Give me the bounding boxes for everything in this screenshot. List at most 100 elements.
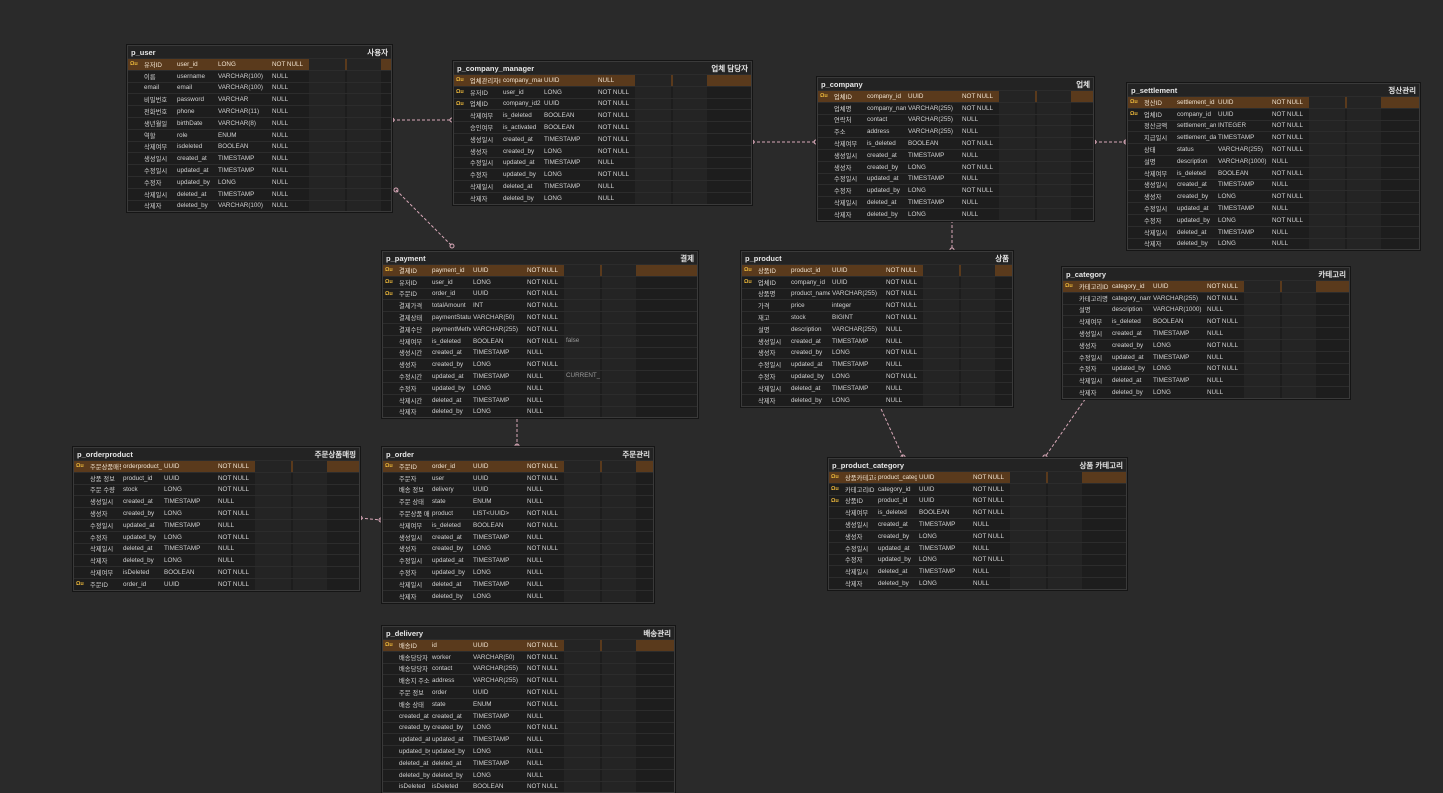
table-row[interactable]: Ωu 업체ID company_id UUID NOT NULL: [742, 275, 1012, 288]
table-row[interactable]: Ωu 카테고리ID category_id UUID NOT NULL: [829, 482, 1126, 495]
table-p-orderproduct[interactable]: p_orderproduct 주문상품매핑 Ωu 주문상품매핑IDorderprodu…: [73, 447, 360, 591]
table-row[interactable]: 역할 role ENUM NULL: [128, 128, 391, 141]
table-p-order[interactable]: p_order 주문관리 Ωu 주문ID order_id UUID NOT NULL 주문자…: [382, 447, 654, 603]
table-p-company-manager[interactable]: p_company_manager업체 담당자Ωu업체관리자IDcompany_…: [453, 61, 752, 205]
table-row[interactable]: 지급일시 settlement_dateTIMESTAMP NOT NULL: [1128, 131, 1419, 144]
table-row[interactable]: 삭제일시 deleted_at TIMESTAMP NULL: [829, 565, 1126, 578]
table-row[interactable]: 수정일시 updated_at TIMESTAMP NULL: [818, 172, 1093, 185]
table-row[interactable]: 생성시간 created_at TIMESTAMP NULL: [383, 346, 697, 359]
table-row[interactable]: 수정일시 updated_at TIMESTAMP NULL: [742, 358, 1012, 371]
table-row[interactable]: 배송 상태 state ENUM NOT NULL: [383, 697, 674, 710]
table-row[interactable]: 생성일시 created_at TIMESTAMP NULL: [1063, 327, 1349, 339]
erd-canvas[interactable]: p_user 사용자 Ωu 유저ID user_id LONG NOT NULL 이름 user…: [0, 0, 1443, 793]
table-row[interactable]: 카테고리명 category_nameVARCHAR(255) NOT NULL: [1063, 291, 1349, 304]
table-row[interactable]: 삭제여부 is_deleted BOOLEAN NOT NULL: [383, 518, 653, 531]
table-row[interactable]: 배송 정보 delivery UUID NULL: [383, 483, 653, 496]
table-row[interactable]: 주문 상태 state ENUM NULL: [383, 495, 653, 508]
table-row[interactable]: 주문상품 매핑product LIST<UUID> NOT NULL: [383, 507, 653, 519]
table-row[interactable]: 삭제여부 isDeleted BOOLEAN NOT NULL: [74, 566, 359, 578]
table-row[interactable]: Ωu 업체ID company_id UUID NOT NULL: [1128, 107, 1419, 120]
table-row[interactable]: 삭제여부 isdeleted BOOLEAN NULL: [128, 140, 391, 153]
relationship-line[interactable]: [1044, 394, 1089, 458]
table-row[interactable]: Ωu 상품카테고리IDproduct_category_idUUID NOT NUL…: [829, 471, 1126, 483]
table-row[interactable]: 삭제일시 deleted_at TIMESTAMP NULL: [1128, 225, 1419, 238]
table-row[interactable]: 삭제여부 is_deleted BOOLEAN NOT NULL: [1063, 315, 1349, 328]
table-row[interactable]: 삭제시간 deleted_at TIMESTAMP NULL: [383, 393, 697, 406]
table-row[interactable]: 재고 stock BIGINT NOT NULL: [742, 311, 1012, 323]
table-p-product-category[interactable]: p_product_category상품 카테고리Ωu상품카테고리IDprodu…: [828, 458, 1127, 590]
table-row[interactable]: 삭제여부 is_deleted BOOLEAN NOT NULL false: [383, 334, 697, 347]
table-row[interactable]: 삭제자 deleted_by LONG NULL: [383, 589, 653, 602]
table-row[interactable]: created_at created_at TIMESTAMP NULL: [383, 709, 674, 722]
table-row[interactable]: 이름 username VARCHAR(100) NULL: [128, 69, 391, 82]
table-header[interactable]: p_company 업체: [818, 78, 1093, 90]
table-row[interactable]: 정산금액 settlement_amountINTEGER NOT NULL: [1128, 119, 1419, 132]
table-row[interactable]: Ωu 상품ID product_id UUID NOT NULL: [829, 494, 1126, 507]
table-row[interactable]: 설명 description VARCHAR(1000) NULL: [1128, 154, 1419, 167]
table-row[interactable]: 설명 description VARCHAR(255) NULL: [742, 322, 1012, 335]
table-row[interactable]: 삭제일시 deleted_at TIMESTAMP NULL: [818, 196, 1093, 208]
table-row[interactable]: 삭제일시 deleted_at TIMESTAMP NULL: [74, 542, 359, 555]
table-row[interactable]: 생성일시 created_at TIMESTAMP NULL: [742, 334, 1012, 347]
table-row[interactable]: 주소 address VARCHAR(255) NULL: [818, 125, 1093, 138]
table-row[interactable]: 삭제일시 deleted_at TIMESTAMP NULL: [383, 577, 653, 590]
table-row[interactable]: 삭제여부 is_deleted BOOLEAN NOT NULL: [829, 506, 1126, 519]
relationship-line[interactable]: [395, 189, 453, 247]
table-row[interactable]: deleted_at deleted_at TIMESTAMP NULL: [383, 756, 674, 769]
table-row[interactable]: updated_by updated_by LONG NULL: [383, 745, 674, 757]
table-row[interactable]: 수정자 updated_by LONG NULL: [383, 566, 653, 578]
table-row[interactable]: 삭제여부 is_deleted BOOLEAN NOT NULL: [1128, 166, 1419, 179]
table-row[interactable]: 수정일시 updated_at TIMESTAMP NULL: [454, 156, 751, 169]
table-header[interactable]: p_payment 결제: [383, 252, 697, 264]
table-row[interactable]: 삭제자 deleted_by LONG NULL: [454, 191, 751, 204]
table-row[interactable]: 생성일시 created_at TIMESTAMP NULL: [74, 495, 359, 508]
table-row[interactable]: Ωu 주문ID order_id UUID NOT NULL: [383, 287, 697, 300]
table-row[interactable]: Ωu 정산ID settlement_id UUID NOT NULL: [1128, 96, 1419, 108]
table-p-category[interactable]: p_category 카테고리 Ωu 카테고리ID category_id UUID NOT…: [1062, 267, 1350, 399]
table-row[interactable]: 배송담당자 이름worker VARCHAR(50) NOT NULL: [383, 650, 674, 663]
table-header[interactable]: p_product_category 상품 카테고리: [829, 459, 1126, 471]
table-row[interactable]: 생성자 created_by LONG NOT NULL: [1063, 338, 1349, 351]
table-row[interactable]: 결제상태 paymentStatus VARCHAR(50) NOT NULL: [383, 311, 697, 323]
table-row[interactable]: Ωu 업체관리자IDcompany_manager_idUUID NULL: [454, 74, 751, 86]
table-header[interactable]: p_category 카테고리: [1063, 268, 1349, 280]
table-header[interactable]: p_product 상품: [742, 252, 1012, 264]
table-row[interactable]: 전화번호 phone VARCHAR(11) NULL: [128, 105, 391, 117]
table-row[interactable]: 삭제자 deleted_by LONG NULL: [829, 577, 1126, 589]
table-row[interactable]: 생성자 created_by LONG NOT NULL: [829, 529, 1126, 542]
table-row[interactable]: 수정시간 updated_at TIMESTAMP NULL CURRENT_TIMES…: [383, 370, 697, 382]
table-row[interactable]: 주문자 user UUID NOT NULL: [383, 471, 653, 484]
table-row[interactable]: 수정일시 updated_at TIMESTAMP NULL: [1063, 350, 1349, 363]
table-row[interactable]: 생성일시 created_at TIMESTAMP NULL: [818, 148, 1093, 161]
table-header[interactable]: p_company_manager 업체 담당자: [454, 62, 751, 74]
table-row[interactable]: 생성일시 created_at TIMESTAMP NULL: [1128, 178, 1419, 191]
table-row[interactable]: 생성자 created_by LONG NOT NULL: [383, 358, 697, 371]
table-row[interactable]: isDeleted isDeleted BOOLEAN NOT NULL: [383, 780, 674, 793]
table-row[interactable]: 비밀번호 password VARCHAR NULL: [128, 93, 391, 106]
table-row[interactable]: 삭제자 deleted_by LONG NULL: [74, 554, 359, 567]
table-row[interactable]: 삭제자 deleted_by LONG NULL: [383, 405, 697, 418]
table-row[interactable]: deleted_by deleted_by LONG NULL: [383, 768, 674, 781]
table-p-product[interactable]: p_product 상품 Ωu 상품ID product_id UUID NOT NULL Ω…: [741, 251, 1013, 407]
table-row[interactable]: 수정일시 updated_at TIMESTAMP NULL: [383, 554, 653, 567]
table-row[interactable]: 생성자 created_by LONG NOT NULL: [383, 542, 653, 555]
table-row[interactable]: 생성일시 created_at TIMESTAMP NULL: [383, 530, 653, 543]
table-row[interactable]: 삭제일시 deleted_at TIMESTAMP NULL: [454, 180, 751, 192]
table-row[interactable]: 가격 price integer NOT NULL: [742, 299, 1012, 312]
table-row[interactable]: 상품 정보 product_id UUID NOT NULL: [74, 471, 359, 484]
table-row[interactable]: 생성자 created_by LONG NOT NULL: [454, 144, 751, 157]
table-row[interactable]: 수정일시 updated_at TIMESTAMP NULL: [74, 518, 359, 531]
table-row[interactable]: Ωu 배송ID id UUID NOT NULL: [383, 639, 674, 651]
table-row[interactable]: 삭제자 deleted_by LONG NULL: [1063, 386, 1349, 398]
table-header[interactable]: p_user 사용자: [128, 46, 391, 58]
table-row[interactable]: 생성자 created_by LONG NOT NULL: [74, 507, 359, 519]
table-row[interactable]: 업체명 company_nameVARCHAR(255) NOT NULL: [818, 101, 1093, 114]
table-row[interactable]: 삭제일시 deleted_at TIMESTAMP NULL: [128, 187, 391, 200]
table-row[interactable]: Ωu 주문상품매핑IDorderproduct_idUUID NOT NULL: [74, 460, 359, 472]
relationship-line[interactable]: [876, 399, 904, 458]
table-row[interactable]: 주문 정보 order UUID NOT NULL: [383, 686, 674, 698]
table-row[interactable]: 결제가격 totalAmount INT NOT NULL: [383, 299, 697, 312]
table-row[interactable]: 배송지 주소 address VARCHAR(255) NOT NULL: [383, 674, 674, 687]
table-p-user[interactable]: p_user 사용자 Ωu 유저ID user_id LONG NOT NULL 이름 user…: [127, 45, 392, 213]
table-header[interactable]: p_delivery 배송관리: [383, 627, 674, 639]
